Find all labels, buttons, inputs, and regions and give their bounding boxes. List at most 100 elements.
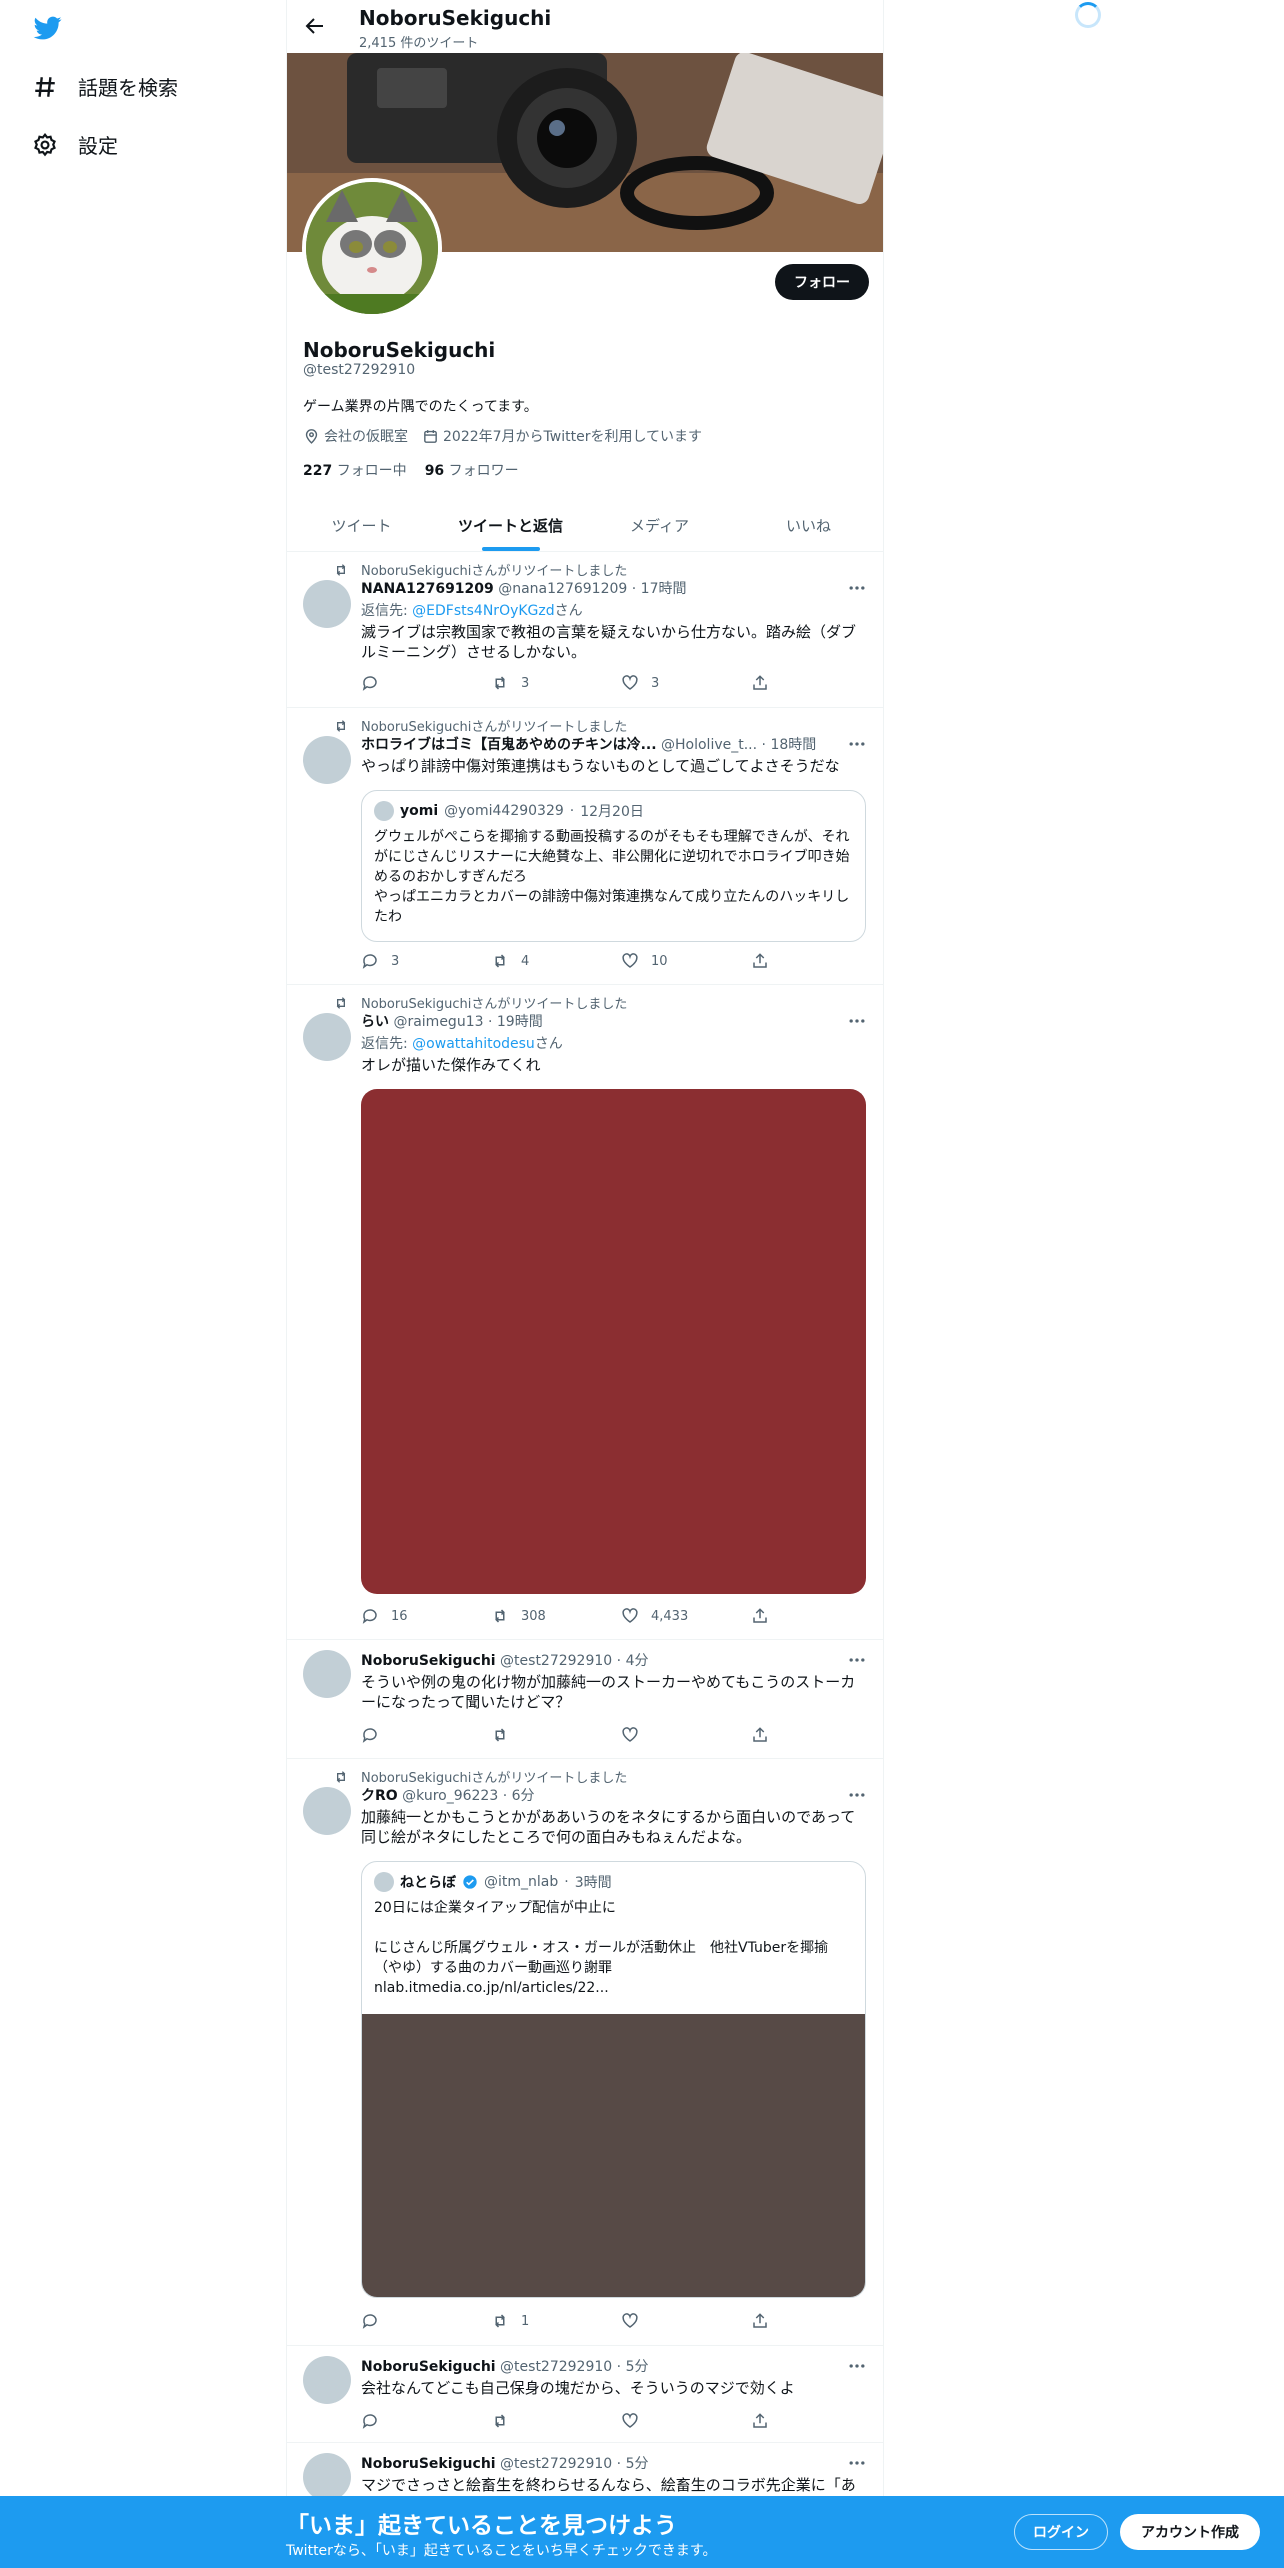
tab-tweets[interactable]: ツイート bbox=[287, 500, 436, 551]
more-icon[interactable] bbox=[847, 1650, 867, 1670]
more-icon[interactable] bbox=[847, 734, 867, 754]
tweet[interactable]: NoboruSekiguchiさんがリツイートしました クRO @kuro_96… bbox=[287, 1759, 883, 2346]
reply-button[interactable] bbox=[361, 2412, 491, 2430]
quote-avatar bbox=[374, 801, 394, 821]
like-button[interactable]: 3 bbox=[621, 674, 751, 692]
author-handle[interactable]: @test27292910 bbox=[500, 2456, 612, 2472]
more-icon[interactable] bbox=[847, 2453, 867, 2473]
tweet-time[interactable]: 4分 bbox=[626, 1653, 649, 1669]
heart-icon bbox=[622, 953, 638, 968]
back-arrow-icon[interactable] bbox=[303, 14, 327, 38]
retweet-button[interactable] bbox=[491, 2412, 621, 2430]
nav-settings[interactable]: 設定 bbox=[32, 130, 118, 159]
retweet-button[interactable]: 1 bbox=[491, 2312, 621, 2330]
tweet[interactable]: NoboruSekiguchiさんがリツイートしました NANA12769120… bbox=[287, 552, 883, 708]
share-button[interactable] bbox=[751, 674, 769, 692]
tweet-header: NoboruSekiguchi @test27292910 · 4分 bbox=[361, 1653, 649, 1669]
tweet[interactable]: NoboruSekiguchiさんがリツイートしました ホロライブはゴミ【百鬼あ… bbox=[287, 708, 883, 985]
author-handle[interactable]: @Hololive_t... bbox=[661, 737, 757, 753]
avatar[interactable] bbox=[303, 1650, 351, 1698]
avatar[interactable] bbox=[303, 2356, 351, 2404]
share-button[interactable] bbox=[751, 2412, 769, 2430]
avatar[interactable] bbox=[303, 580, 351, 628]
followers-link[interactable]: 96 フォロワー bbox=[425, 460, 519, 480]
like-button[interactable]: 10 bbox=[621, 952, 751, 970]
tweet-text: 会社なんてどこも自己保身の塊だから、そういうのマジで効くよ bbox=[361, 2379, 795, 2397]
tweet-time[interactable]: 18時間 bbox=[770, 737, 816, 753]
author-handle[interactable]: @raimegu13 bbox=[393, 1014, 483, 1030]
cat-avatar-image bbox=[306, 182, 438, 314]
reply-to-prefix: 返信先: bbox=[361, 1036, 413, 1052]
reply-to-handle[interactable]: @EDFsts4NrOyKGzd bbox=[412, 603, 554, 619]
tab-media[interactable]: メディア bbox=[585, 500, 734, 551]
tweet-image[interactable] bbox=[361, 1089, 866, 1594]
retweet-icon bbox=[336, 719, 346, 732]
tweet-time[interactable]: 5分 bbox=[626, 2359, 649, 2375]
author-name[interactable]: NoboruSekiguchi bbox=[361, 1653, 496, 1669]
tab-likes[interactable]: いいね bbox=[734, 500, 883, 551]
author-handle[interactable]: @test27292910 bbox=[500, 2359, 612, 2375]
author-name[interactable]: NoboruSekiguchi bbox=[361, 2456, 496, 2472]
profile-avatar[interactable] bbox=[302, 178, 442, 318]
author-name[interactable]: NoboruSekiguchi bbox=[361, 2359, 496, 2375]
share-button[interactable] bbox=[751, 2312, 769, 2330]
like-button[interactable] bbox=[621, 2312, 751, 2330]
heart-icon bbox=[622, 1727, 638, 1742]
profile-joined-text: 2022年7月からTwitterを利用しています bbox=[443, 429, 703, 445]
signup-button[interactable]: アカウント作成 bbox=[1120, 2514, 1260, 2550]
quoted-tweet[interactable]: yomi @yomi44290329 · 12月20日 グウェルがぺこらを揶揄する動画… bbox=[361, 790, 866, 942]
author-handle[interactable]: @test27292910 bbox=[500, 1653, 612, 1669]
author-name[interactable]: らい bbox=[361, 1014, 389, 1030]
author-handle[interactable]: @nana127691209 bbox=[498, 581, 627, 597]
following-link[interactable]: 227 フォロー中 bbox=[303, 460, 407, 480]
author-name[interactable]: ホロライブはゴミ【百鬼あやめのチキンは冷... bbox=[361, 737, 657, 753]
share-button[interactable] bbox=[751, 1607, 769, 1625]
author-name[interactable]: NANA127691209 bbox=[361, 581, 494, 597]
quoted-tweet[interactable]: ねとらぼ @itm_nlab · 3時間 20日には企業タイアップ配信が中止に にじさ… bbox=[361, 1861, 866, 2298]
login-button[interactable]: ログイン bbox=[1014, 2514, 1108, 2550]
avatar[interactable] bbox=[303, 2453, 351, 2501]
more-icon[interactable] bbox=[847, 2356, 867, 2376]
reply-button[interactable] bbox=[361, 2312, 491, 2330]
more-icon[interactable] bbox=[847, 1785, 867, 1805]
share-button[interactable] bbox=[751, 952, 769, 970]
reply-count: 16 bbox=[391, 1608, 408, 1624]
tweet-text: マジでさっさと絵畜生を終わらせるんなら、絵畜生のコラボ先企業に「あ bbox=[361, 2476, 856, 2494]
reply-to-handle[interactable]: @owattahitodesu bbox=[412, 1036, 535, 1052]
tweet-header: NoboruSekiguchi @test27292910 · 5分 bbox=[361, 2456, 649, 2472]
more-icon[interactable] bbox=[847, 578, 867, 598]
tweet-time[interactable]: 17時間 bbox=[641, 581, 687, 597]
tweet-actions: 3 3 bbox=[361, 674, 801, 692]
reply-button[interactable]: 3 bbox=[361, 952, 491, 970]
tab-tweets-and-replies[interactable]: ツイートと返信 bbox=[436, 500, 585, 551]
like-button[interactable] bbox=[621, 1726, 751, 1744]
retweet-button[interactable]: 308 bbox=[491, 1607, 621, 1625]
avatar[interactable] bbox=[303, 736, 351, 784]
tweet[interactable]: NoboruSekiguchi @test27292910 · 5分 会社なんて… bbox=[287, 2346, 883, 2443]
share-button[interactable] bbox=[751, 1726, 769, 1744]
reply-button[interactable] bbox=[361, 1726, 491, 1744]
avatar[interactable] bbox=[303, 1013, 351, 1061]
tweet[interactable]: NoboruSekiguchiさんがリツイートしました らい @raimegu1… bbox=[287, 985, 883, 1640]
more-icon[interactable] bbox=[847, 1011, 867, 1031]
retweet-count: 4 bbox=[521, 953, 530, 969]
heart-icon bbox=[622, 2413, 638, 2428]
retweet-button[interactable] bbox=[491, 1726, 621, 1744]
tweet-time[interactable]: 19時間 bbox=[497, 1014, 543, 1030]
tweet-time[interactable]: 5分 bbox=[626, 2456, 649, 2472]
like-button[interactable]: 4,433 bbox=[621, 1607, 751, 1625]
author-name[interactable]: クRO bbox=[361, 1788, 398, 1804]
retweet-button[interactable]: 4 bbox=[491, 952, 621, 970]
tweet-time[interactable]: 6分 bbox=[512, 1788, 535, 1804]
nav-explore[interactable]: 話題を検索 bbox=[32, 72, 178, 101]
follow-button[interactable]: フォロー bbox=[775, 264, 869, 300]
twitter-logo-icon[interactable] bbox=[32, 14, 64, 42]
reply-button[interactable]: 16 bbox=[361, 1607, 491, 1625]
like-button[interactable] bbox=[621, 2412, 751, 2430]
tweet[interactable]: NoboruSekiguchi @test27292910 · 4分 そういや例… bbox=[287, 1640, 883, 1759]
profile-header-bar: NoboruSekiguchi 2,415 件のツイート bbox=[287, 0, 883, 53]
reply-button[interactable] bbox=[361, 674, 491, 692]
author-handle[interactable]: @kuro_96223 bbox=[402, 1788, 498, 1804]
avatar[interactable] bbox=[303, 1787, 351, 1835]
retweet-button[interactable]: 3 bbox=[491, 674, 621, 692]
